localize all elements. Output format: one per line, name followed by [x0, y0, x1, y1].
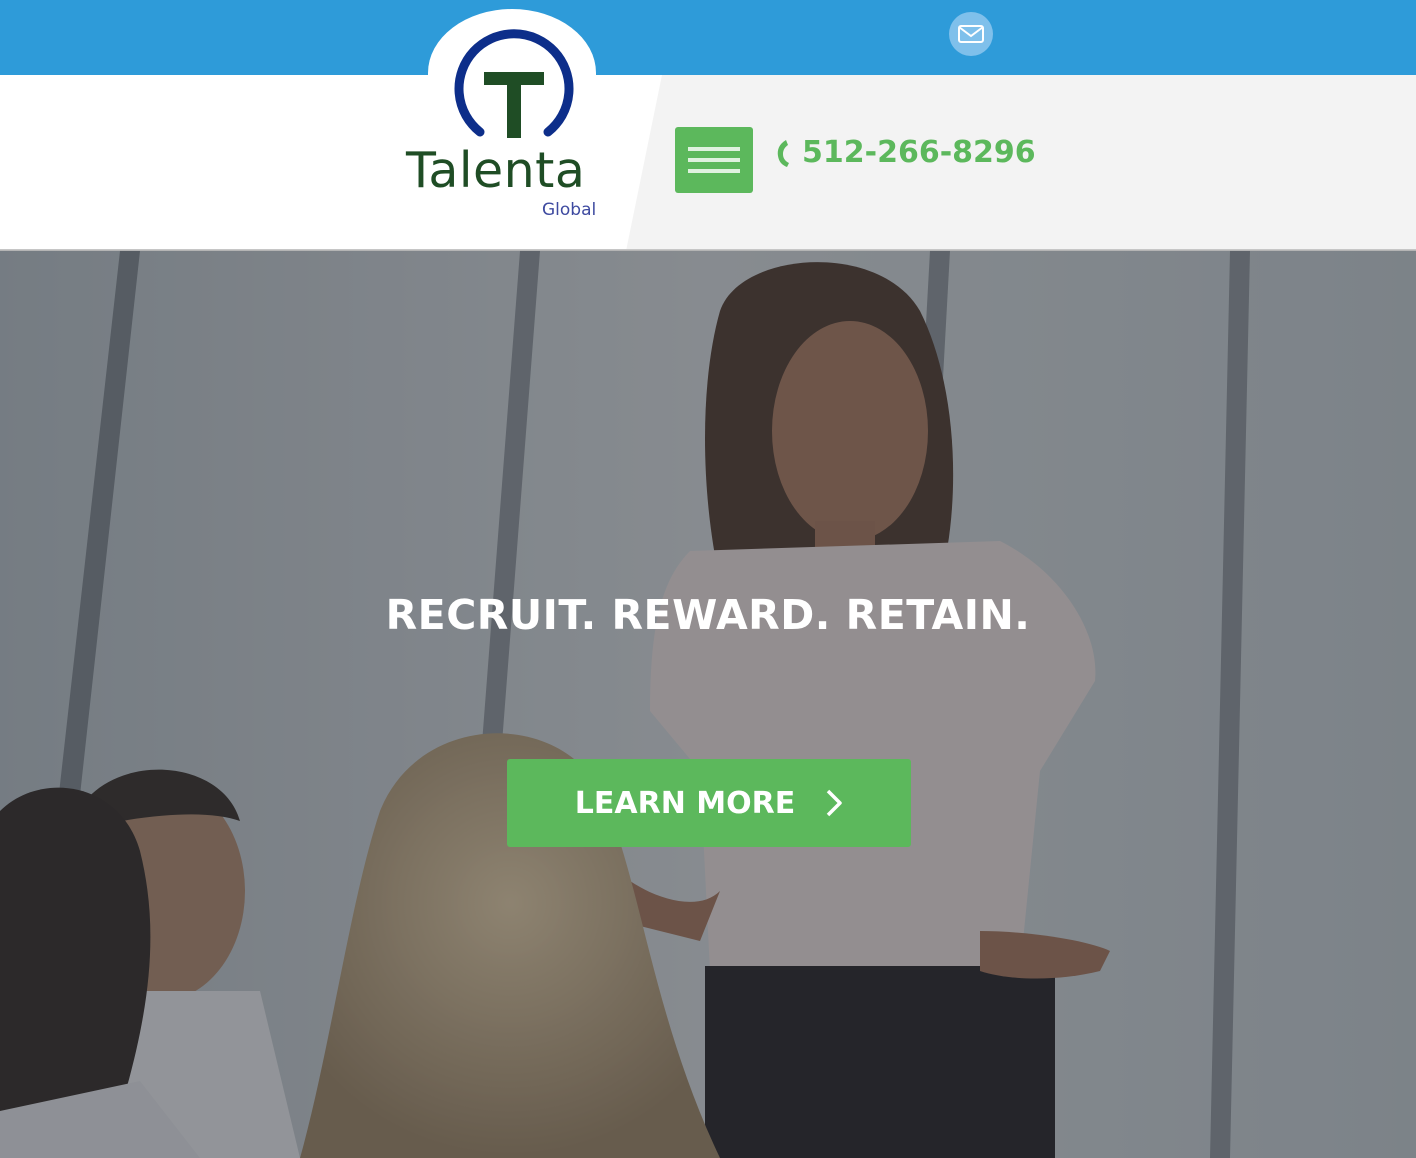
menu-bar-icon — [688, 169, 740, 173]
menu-bar-icon — [688, 158, 740, 162]
phone-number: 512-266-8296 — [802, 135, 1036, 170]
learn-more-label: LEARN MORE — [574, 785, 796, 821]
brand-subname: Global — [542, 200, 597, 220]
phone-icon — [777, 139, 789, 167]
learn-more-button[interactable]: LEARN MORE — [507, 759, 911, 847]
mail-icon — [958, 25, 984, 43]
phone-link[interactable]: 512-266-8296 — [776, 135, 1036, 170]
talenta-t-icon — [454, 29, 574, 138]
hero-section: RECRUIT. REWARD. RETAIN. LEARN MORE — [0, 251, 1416, 1158]
hero-headline: RECRUIT. REWARD. RETAIN. — [385, 591, 1031, 639]
hero-overlay — [0, 251, 1416, 1158]
mail-button[interactable] — [949, 12, 993, 56]
top-bar — [0, 0, 1416, 75]
menu-bar-icon — [688, 147, 740, 151]
chevron-right-icon — [826, 789, 842, 817]
menu-button[interactable] — [675, 127, 753, 193]
brand-name: Talenta — [406, 142, 586, 199]
